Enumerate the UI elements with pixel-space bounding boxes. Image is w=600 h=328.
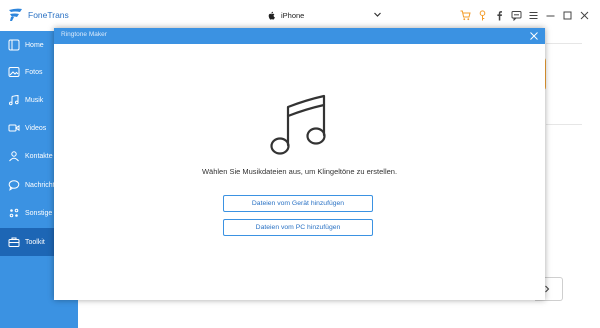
key-icon[interactable] — [475, 8, 490, 22]
device-name: iPhone — [281, 10, 305, 20]
app-name: FoneTrans — [28, 10, 69, 20]
toolkit-icon — [8, 237, 20, 247]
fonetrans-logo-icon — [9, 8, 22, 21]
add-files-from-pc-button[interactable]: Dateien vom PC hinzufügen — [223, 219, 373, 236]
apple-icon — [268, 11, 275, 20]
close-icon[interactable] — [577, 8, 592, 22]
sidebar-item-label: Videos — [25, 124, 47, 132]
feedback-icon[interactable] — [509, 8, 524, 22]
other-icon — [9, 208, 19, 218]
dialog-title: Ringtone Maker — [61, 31, 107, 38]
chevron-down-icon[interactable] — [373, 10, 382, 19]
music-icon — [9, 94, 19, 106]
video-icon — [8, 124, 20, 132]
title-bar: FoneTrans iPhone — [0, 0, 600, 31]
cart-icon[interactable] — [458, 8, 473, 22]
background-divider — [546, 43, 582, 44]
facebook-icon[interactable] — [492, 8, 507, 22]
sidebar-item-label: Toolkit — [25, 238, 45, 246]
sidebar-item-label: Musik — [25, 96, 44, 104]
device-selector[interactable]: iPhone — [268, 8, 382, 22]
home-icon — [8, 39, 20, 51]
minimize-icon[interactable] — [543, 8, 558, 22]
music-note-icon — [270, 94, 326, 155]
instruction-text: Wählen Sie Musikdateien aus, um Klingelt… — [201, 167, 398, 176]
sidebar-item-label: Kontakte — [25, 152, 53, 160]
maximize-icon[interactable] — [560, 8, 575, 22]
sidebar-item-label: Home — [25, 41, 44, 49]
close-icon[interactable] — [529, 31, 539, 41]
sidebar-item-label: Sonstige — [25, 209, 53, 217]
messages-icon — [8, 180, 20, 191]
ringtone-maker-dialog: Ringtone Maker Wählen Sie Musikdateien a… — [54, 28, 545, 300]
menu-icon[interactable] — [526, 8, 541, 22]
sidebar-item-label: Fotos — [25, 68, 43, 76]
background-divider — [546, 124, 582, 125]
add-files-from-device-button[interactable]: Dateien vom Gerät hinzufügen — [223, 195, 373, 212]
dialog-header: Ringtone Maker — [54, 28, 545, 44]
photos-icon — [8, 67, 20, 77]
contacts-icon — [9, 151, 19, 162]
window-toolbar — [456, 8, 592, 22]
app-brand: FoneTrans — [7, 7, 69, 23]
